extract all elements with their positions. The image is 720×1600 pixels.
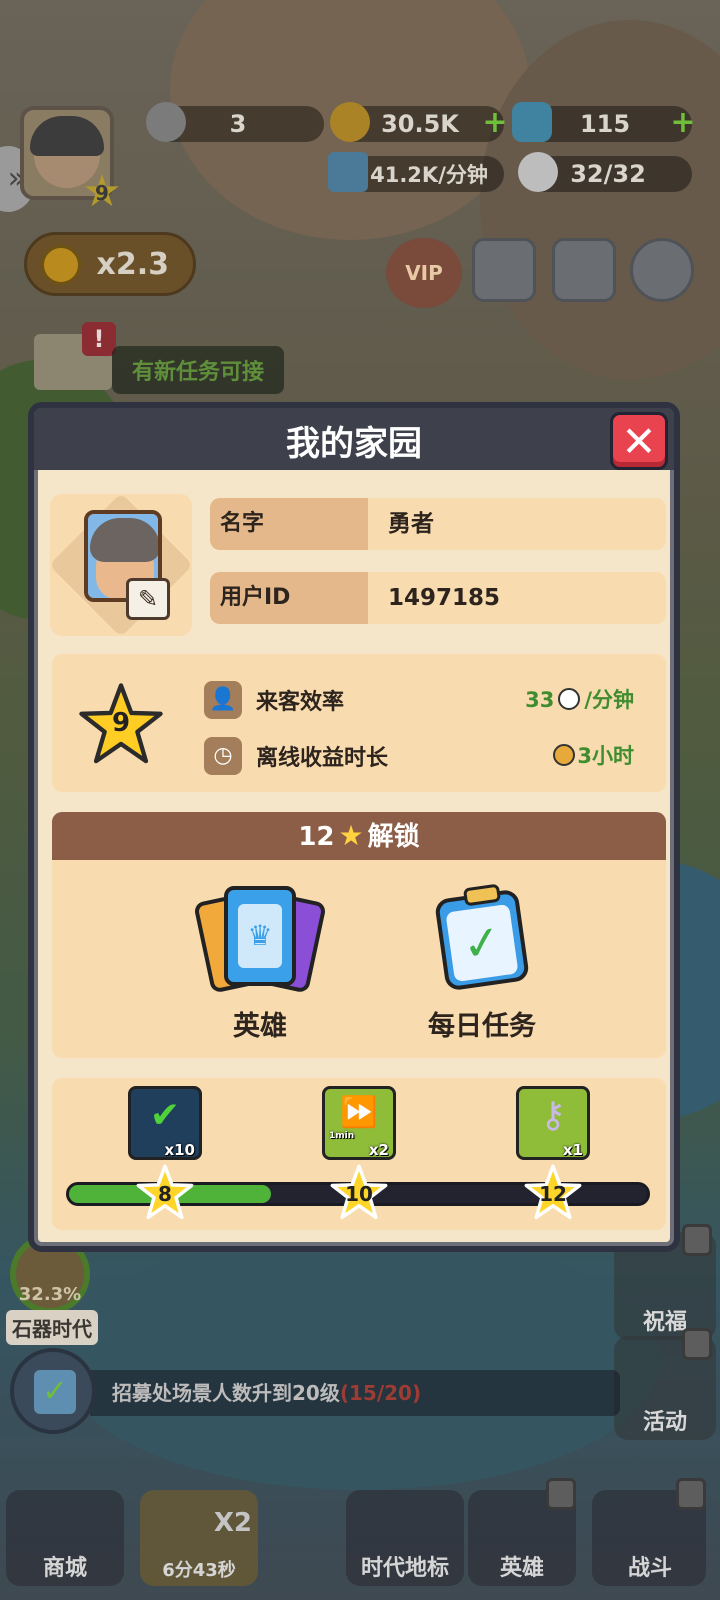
fast-forward-card-icon: ⏩	[340, 1095, 378, 1130]
income-rate: 41.2K/分钟	[328, 152, 504, 192]
close-button[interactable]: ✕	[610, 412, 668, 470]
level-stats-card: 9 👤 来客效率 33/分钟 ◷ 离线收益时长 3小时	[52, 654, 666, 792]
offline-duration-value: 3小时	[553, 740, 634, 770]
player-level: 9	[95, 181, 109, 205]
person-icon: 👤	[204, 681, 242, 719]
lock-icon	[546, 1478, 576, 1510]
milestone-star-icon: 12	[524, 1164, 582, 1222]
user-id-value: 1497185	[388, 585, 501, 611]
nav-era-landmark[interactable]: 时代地标	[340, 1460, 470, 1600]
stopwatch-icon	[553, 744, 576, 766]
shop-stall-icon[interactable]	[552, 238, 616, 302]
task-text: 招募处场景人数升到20级(15/20)	[90, 1370, 620, 1416]
current-task[interactable]: 招募处场景人数升到20级(15/20) ✓	[10, 1348, 620, 1434]
hero-cards-icon: ♛	[193, 886, 327, 994]
clock-icon: ◷	[204, 737, 242, 775]
profile-avatar-frame: ✎	[48, 492, 194, 638]
settings-gear-icon[interactable]	[630, 238, 694, 302]
visitor-capacity: 32/32	[518, 152, 692, 192]
era-name: 石器时代	[6, 1310, 98, 1345]
name-label: 名字	[210, 498, 368, 550]
user-id-row: 用户ID 1497185	[210, 572, 666, 624]
visit-rate-label: 来客效率	[256, 690, 345, 715]
key-icon: ⚷	[539, 1095, 567, 1136]
name-value: 勇者	[388, 511, 434, 537]
nav-shop[interactable]: 商城	[0, 1460, 130, 1600]
reward-speedup[interactable]: ⏩ 1min x2	[322, 1086, 396, 1160]
my-home-dialog: 我的家园 ✕ ✎ 名字 勇者 用户ID 1497185 9 👤 来客效率 33/…	[28, 402, 680, 1252]
coin-resource: 30.5K +	[330, 102, 508, 142]
visit-rate-row: 👤 来客效率 33/分钟	[204, 680, 634, 720]
unlock-heroes: ♛ 英雄	[180, 886, 340, 1043]
name-row[interactable]: 名字 勇者	[210, 498, 666, 550]
milestone-star-icon: 8	[136, 1164, 194, 1222]
nav-double-boost[interactable]: X2 6分43秒	[134, 1460, 264, 1600]
edit-avatar-icon[interactable]: ✎	[126, 578, 170, 620]
lock-icon	[682, 1328, 712, 1360]
level-rewards-card: ✔ x10 ⏩ 1min x2 ⚷ x1 8 10 12	[52, 1078, 666, 1230]
clipboard-check-icon: ✓	[420, 883, 544, 992]
milestone-star-icon: 10	[330, 1164, 388, 1222]
reward-key[interactable]: ⚷ x1	[516, 1086, 590, 1160]
nav-heroes[interactable]: 英雄	[462, 1460, 582, 1600]
offline-duration-label: 离线收益时长	[256, 746, 389, 771]
home-level-star-icon: 9	[78, 682, 164, 768]
unlock-header: 12 ★ 解锁	[52, 812, 666, 860]
nav-battle[interactable]: 战斗	[586, 1460, 714, 1600]
event-button[interactable]: 活动	[614, 1328, 716, 1440]
lock-icon	[676, 1478, 706, 1510]
stone-resource: 3	[146, 102, 324, 142]
visitor-face-icon	[518, 152, 558, 192]
unlock-daily-tasks: ✓ 每日任务	[402, 883, 562, 1043]
player-level-star-icon: ★ 9	[80, 170, 124, 214]
check-stone-icon: ✔	[149, 1095, 181, 1136]
add-gems-button[interactable]: +	[670, 108, 696, 138]
add-coins-button[interactable]: +	[482, 108, 508, 138]
quest-map-icon[interactable]: !	[34, 316, 116, 394]
coin-boost-icon	[41, 245, 81, 285]
coin-icon	[330, 102, 370, 142]
dialog-title: 我的家园	[286, 424, 422, 464]
income-chart-icon	[328, 152, 368, 192]
income-multiplier[interactable]: x2.3	[24, 232, 196, 296]
unlock-card: 12 ★ 解锁 ♛ 英雄 ✓ 每日任务	[52, 812, 666, 1058]
visitor-face-icon	[558, 688, 581, 710]
task-checklist-icon: ✓	[10, 1348, 96, 1434]
lock-icon	[682, 1224, 712, 1256]
star-icon: ★	[338, 819, 364, 852]
visit-rate-value: 33/分钟	[525, 688, 634, 712]
stone-icon	[146, 102, 186, 142]
quest-alert-badge: !	[82, 322, 116, 356]
user-id-label: 用户ID	[210, 572, 368, 624]
gem-resource: 115 +	[512, 102, 696, 142]
vip-badge[interactable]: VIP	[386, 238, 462, 308]
gem-icon	[512, 102, 552, 142]
reward-check-stone[interactable]: ✔ x10	[128, 1086, 202, 1160]
home-level: 9	[111, 708, 131, 738]
quest-hint[interactable]: 有新任务可接	[112, 346, 284, 394]
calendar-icon[interactable]	[472, 238, 536, 302]
offline-duration-row: ◷ 离线收益时长 3小时	[204, 736, 634, 776]
